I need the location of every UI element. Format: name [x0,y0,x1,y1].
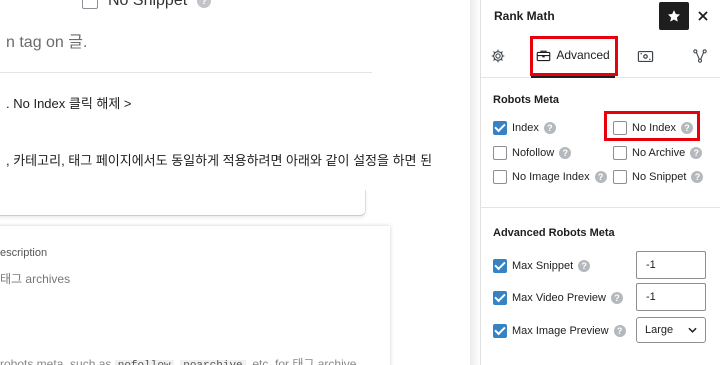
editor-tag-archives-label: 태그 archives [0,272,71,286]
nofollow-checkbox[interactable] [493,146,507,160]
no-snippet-label: No Snippet [632,171,687,183]
editor-paragraph-2[interactable]: . No Index 클릭 해제 > [6,93,132,112]
star-icon [667,10,681,22]
robots-meta-section: Robots Meta Index ? No Index ? Nofollow … [480,78,720,208]
option-no-snippet[interactable]: No Snippet ? [613,170,704,184]
pin-star-button[interactable] [659,2,689,30]
option-no-image-index[interactable]: No Image Index ? [493,170,607,184]
max-image-preview-value: Large [645,324,674,336]
max-video-preview-checkbox[interactable] [493,291,507,305]
sidebar-header: Rank Math [481,0,720,34]
max-snippet-label: Max Snippet [512,260,574,272]
option-max-snippet[interactable]: Max Snippet ? [493,259,591,273]
close-icon [698,11,708,21]
code-nofollow: nofollow [114,360,174,365]
editor-no-snippet-label: No Snippet [108,0,188,9]
max-snippet-checkbox[interactable] [493,259,507,273]
max-video-preview-label: Max Video Preview [512,292,606,304]
editor-no-snippet-checkbox[interactable] [82,0,98,9]
max-video-preview-input[interactable]: -1 [636,283,706,311]
editor-help-text-tail: , etc. for 태그 archive [245,357,357,365]
robots-meta-title: Robots Meta [493,94,559,106]
tab-general[interactable] [481,34,515,78]
no-archive-checkbox[interactable] [613,146,627,160]
close-button[interactable] [693,4,713,28]
tab-schema[interactable] [683,34,717,78]
tab-social[interactable] [627,34,663,78]
help-icon[interactable]: ? [690,147,703,159]
option-nofollow[interactable]: Nofollow ? [493,146,572,160]
chevron-down-icon [688,327,697,333]
help-icon[interactable]: ? [197,0,212,8]
nofollow-label: Nofollow [512,147,555,159]
help-icon[interactable]: ? [594,171,607,183]
advanced-robots-meta-title: Advanced Robots Meta [493,227,615,239]
help-icon[interactable]: ? [613,325,626,337]
editor-paragraph-3[interactable]: , 카테고리, 태그 페이지에서도 동일하게 적용하려면 아래와 같이 설정을 … [6,150,432,169]
editor-help-text: robots meta, such as nofollow, noarchive… [0,355,356,365]
help-icon[interactable]: ? [578,260,591,272]
editor-input-box[interactable] [0,190,366,216]
help-icon[interactable]: ? [543,122,556,134]
no-snippet-checkbox[interactable] [613,170,627,184]
max-image-preview-select[interactable]: Large [636,317,706,343]
help-icon[interactable]: ? [559,147,572,159]
max-image-preview-checkbox[interactable] [493,324,507,338]
schema-nodes-icon [693,49,707,63]
editor-paragraph-1[interactable]: n tag on 글. [6,28,87,52]
option-max-image-preview[interactable]: Max Image Preview ? [493,324,626,338]
advanced-tab-highlight [530,36,618,76]
editor-help-text-lead: robots meta, such as [0,357,112,365]
advanced-robots-meta-section: Advanced Robots Meta Max Snippet ? -1 Ma… [480,208,720,365]
gear-icon [491,49,505,63]
no-image-index-label: No Image Index [512,171,590,183]
index-label: Index [512,122,539,134]
max-image-preview-label: Max Image Preview [512,325,609,337]
editor-divider [0,72,372,73]
rank-math-sidebar: Rank Math Advanced Robots Meta Index ? N… [470,0,720,365]
editor-help-text-separator: , [173,357,177,365]
max-snippet-input[interactable]: -1 [636,251,706,279]
help-icon[interactable]: ? [691,171,704,183]
editor-description-label: escription [0,247,48,259]
index-checkbox[interactable] [493,121,507,135]
no-image-index-checkbox[interactable] [493,170,507,184]
no-index-highlight [604,111,700,141]
social-card-icon [637,50,653,62]
code-noarchive: noarchive [180,360,246,365]
editor-settings-card [0,226,390,365]
no-archive-label: No Archive [632,147,686,159]
sidebar-title: Rank Math [494,9,555,23]
help-icon[interactable]: ? [610,292,623,304]
editor-no-snippet-option[interactable]: No Snippet ? [82,0,212,10]
editor-canvas: No Snippet ? n tag on 글. . No Index 클릭 해… [0,0,470,365]
option-max-video-preview[interactable]: Max Video Preview ? [493,291,623,305]
option-index[interactable]: Index ? [493,121,556,135]
option-no-archive[interactable]: No Archive ? [613,146,703,160]
